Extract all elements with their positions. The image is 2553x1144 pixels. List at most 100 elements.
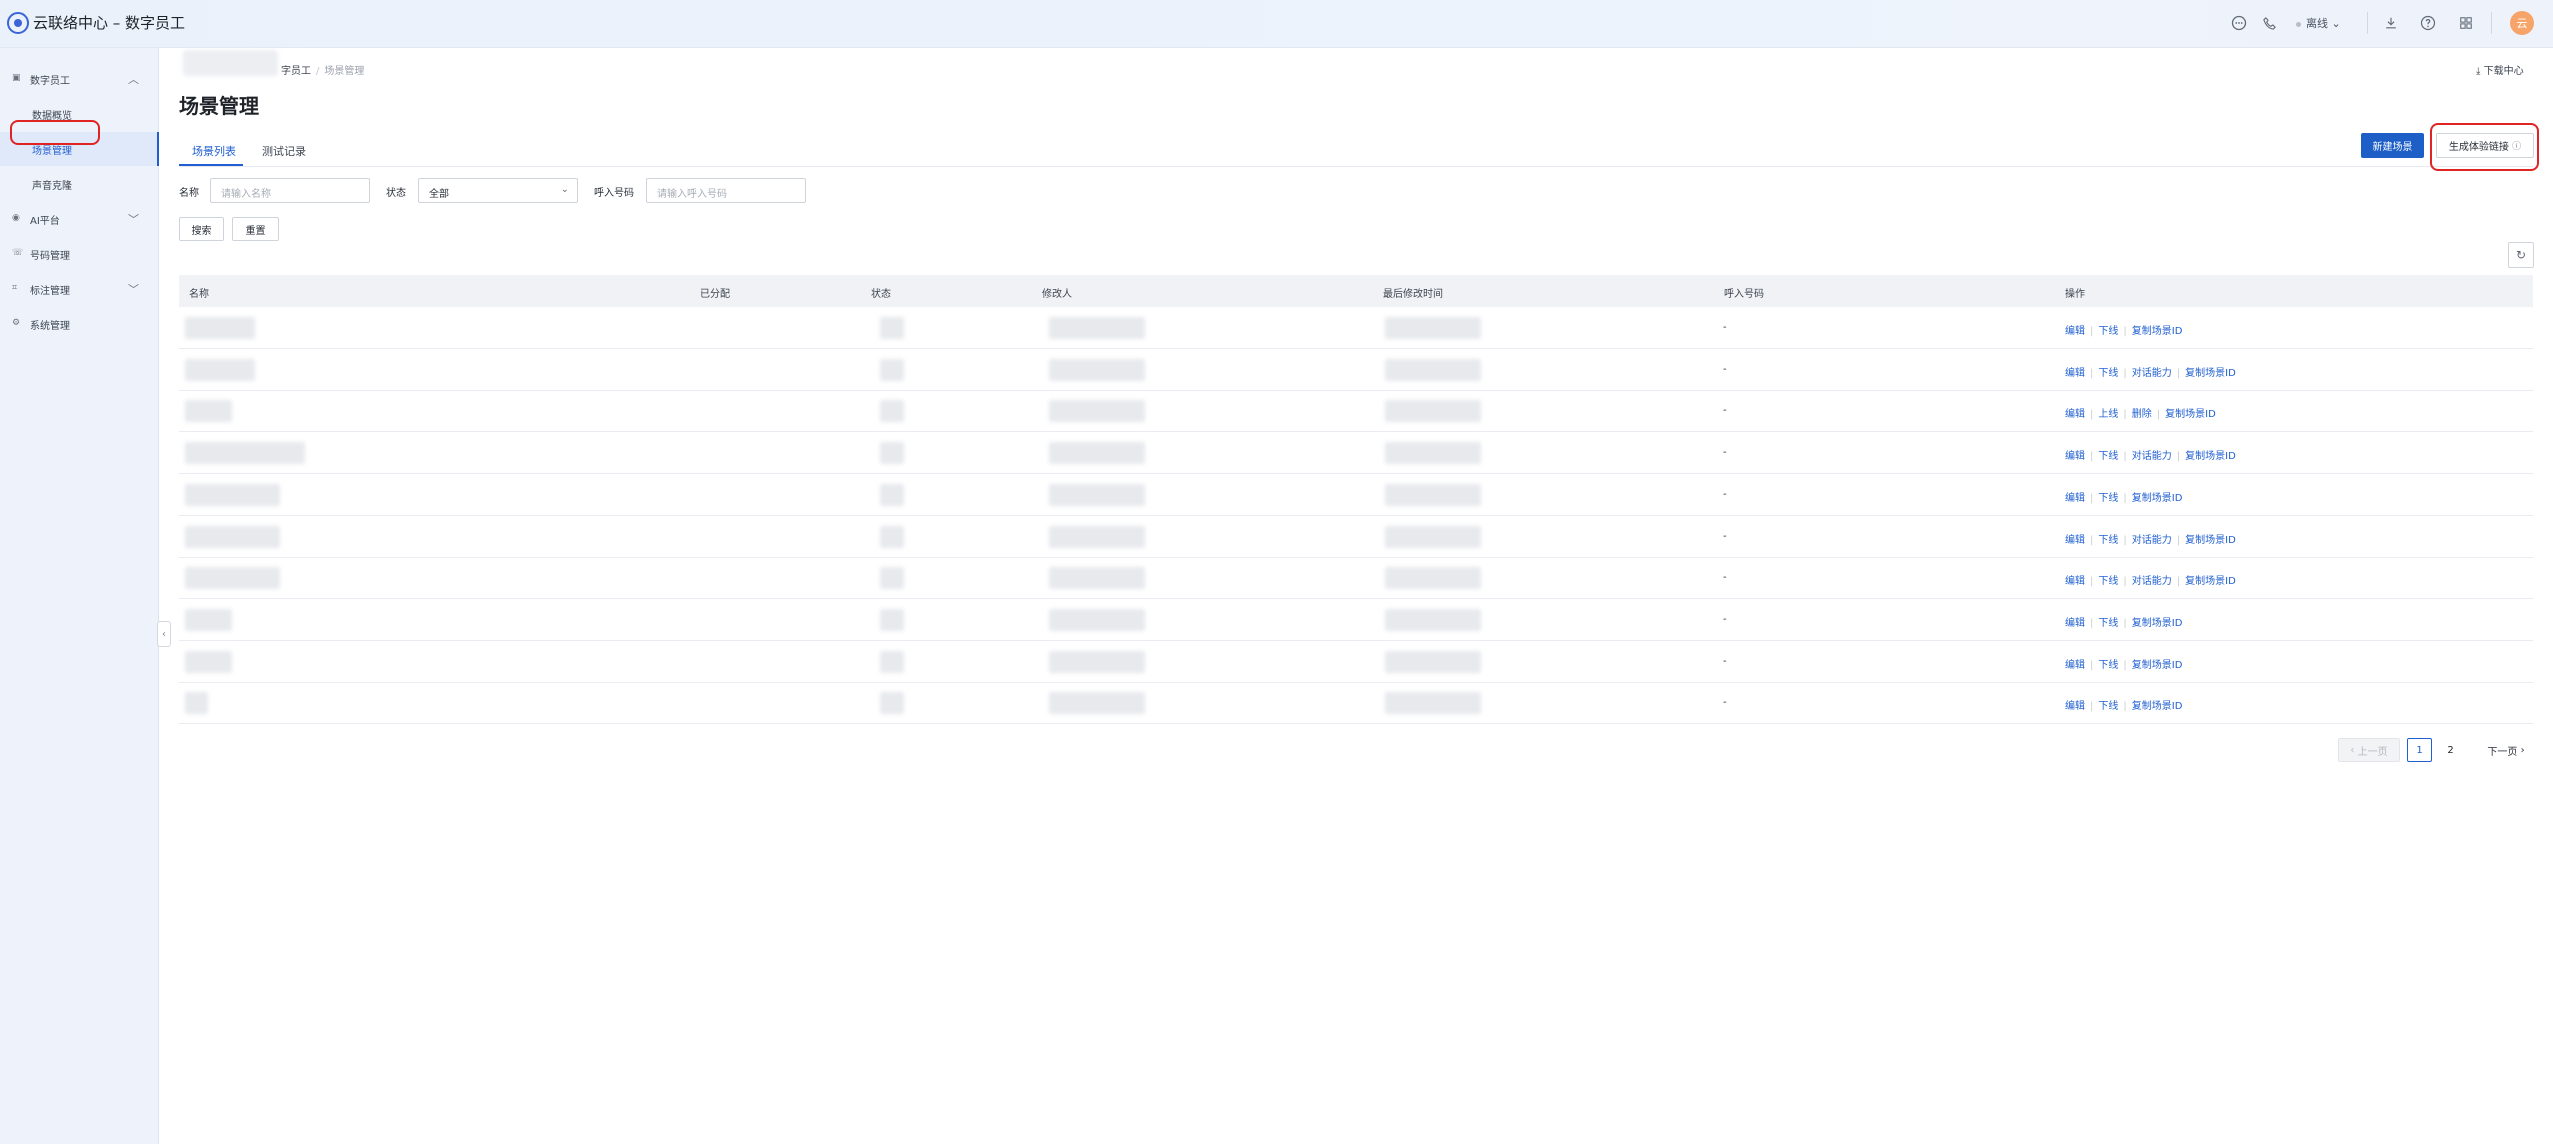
redacted-modifier [1049, 525, 1145, 548]
chevron-down-icon: ﹀ [128, 283, 139, 296]
redacted-modified-time [1385, 608, 1481, 631]
row-action-link[interactable]: 对话能力 [2132, 535, 2172, 546]
row-action-link[interactable]: 复制场景ID [2132, 701, 2183, 712]
tab-test-records[interactable]: 测试记录 [262, 143, 306, 159]
phone-icon[interactable] [2258, 12, 2280, 34]
incoming-number: - [1723, 363, 1727, 375]
tab-scene-list[interactable]: 场景列表 [192, 143, 236, 159]
name-input[interactable]: 请输入名称 [210, 178, 370, 203]
row-action-link[interactable]: 复制场景ID [2132, 618, 2183, 629]
row-action-link[interactable]: 对话能力 [2132, 368, 2172, 379]
action-separator: | [2123, 451, 2127, 463]
sidebar-item-system-management[interactable]: ⚙ 系统管理 [0, 307, 159, 341]
incoming-number: - [1723, 447, 1727, 459]
row-actions: 编辑 | 上线 | 删除 | 复制场景ID [2065, 405, 2216, 420]
page-1-button[interactable]: 1 [2407, 738, 2432, 762]
redacted-modifier [1049, 400, 1145, 423]
redacted-status [880, 692, 904, 715]
app-grid-icon[interactable] [2455, 12, 2477, 34]
row-action-link[interactable]: 下线 [2098, 368, 2118, 379]
action-separator: | [2123, 492, 2127, 504]
status-filter-label: 状态 [386, 188, 406, 199]
row-action-link[interactable]: 复制场景ID [2132, 493, 2183, 504]
download-center-link[interactable]: ⤓ 下载中心 [2476, 62, 2524, 77]
row-action-link[interactable]: 下线 [2098, 451, 2118, 462]
chevron-up-icon: ︿ [128, 73, 139, 86]
row-action-link[interactable]: 下线 [2098, 493, 2118, 504]
action-separator: | [2123, 367, 2127, 379]
row-action-link[interactable]: 删除 [2132, 409, 2152, 420]
refresh-icon[interactable]: ↻ [2508, 242, 2534, 268]
next-page-button[interactable]: 下一页 › [2478, 738, 2534, 762]
row-action-link[interactable]: 下线 [2098, 535, 2118, 546]
row-action-link[interactable]: 复制场景ID [2132, 326, 2183, 337]
row-action-link[interactable]: 复制场景ID [2185, 576, 2236, 587]
status-label: 离线 [2306, 17, 2328, 30]
search-button[interactable]: 搜索 [179, 217, 224, 241]
column-header: 呼入号码 [1724, 289, 1764, 300]
redacted-modified-time [1385, 567, 1481, 590]
sidebar-item-ai-platform[interactable]: ◉ AI平台 ﹀ [0, 202, 159, 236]
row-action-link[interactable]: 对话能力 [2132, 576, 2172, 587]
sidebar-item-label: 数字员工 [30, 76, 70, 87]
redacted-modified-time [1385, 525, 1481, 548]
redacted-name [185, 608, 232, 631]
row-action-link[interactable]: 编辑 [2065, 326, 2085, 337]
row-action-link[interactable]: 复制场景ID [2185, 535, 2236, 546]
row-action-link[interactable]: 下线 [2098, 326, 2118, 337]
column-header: 操作 [2065, 289, 2085, 300]
sidebar-item-digital-staff[interactable]: ▣ 数字员工 ︿ [0, 62, 159, 96]
chat-icon[interactable] [2228, 12, 2250, 34]
row-action-link[interactable]: 编辑 [2065, 618, 2085, 629]
status-select[interactable]: 全部 ⌄ [418, 178, 578, 203]
app-title: 云联络中心 – 数字员工 [33, 14, 186, 32]
prev-page-label: 上一页 [2357, 746, 2388, 758]
agent-status-dropdown[interactable]: 离线 ⌄ [2296, 15, 2341, 31]
row-action-link[interactable]: 复制场景ID [2185, 451, 2236, 462]
row-action-link[interactable]: 下线 [2098, 660, 2118, 671]
column-header: 修改人 [1042, 289, 1072, 300]
reset-button[interactable]: 重置 [232, 217, 279, 241]
row-actions: 编辑 | 下线 | 复制场景ID [2065, 697, 2182, 712]
breadcrumb-parent[interactable]: 字员工 [281, 66, 311, 77]
row-action-link[interactable]: 复制场景ID [2185, 368, 2236, 379]
sidebar-item-voice-clone[interactable]: 声音克隆 [0, 167, 159, 201]
action-separator: | [2090, 451, 2094, 463]
row-action-link[interactable]: 下线 [2098, 576, 2118, 587]
row-action-link[interactable]: 编辑 [2065, 576, 2085, 587]
row-action-link[interactable]: 上线 [2098, 409, 2118, 420]
prev-page-button[interactable]: ‹ 上一页 [2338, 738, 2400, 762]
incoming-number: - [1723, 405, 1727, 417]
row-action-link[interactable]: 复制场景ID [2165, 409, 2216, 420]
download-icon[interactable] [2380, 12, 2402, 34]
header-divider [2367, 12, 2368, 34]
row-action-link[interactable]: 下线 [2098, 701, 2118, 712]
redacted-modifier [1049, 317, 1145, 339]
help-icon[interactable] [2417, 12, 2439, 34]
row-action-link[interactable]: 下线 [2098, 618, 2118, 629]
page-2-button[interactable]: 2 [2438, 738, 2463, 762]
row-action-link[interactable]: 编辑 [2065, 493, 2085, 504]
row-actions: 编辑 | 下线 | 对话能力 | 复制场景ID [2065, 364, 2236, 379]
new-scene-button[interactable]: 新建场景 [2361, 133, 2424, 158]
sidebar-collapse-toggle[interactable]: ‹ [157, 621, 171, 647]
sidebar-item-annotation-management[interactable]: ⌗ 标注管理 ﹀ [0, 272, 159, 306]
chevron-down-icon: ﹀ [128, 213, 139, 226]
row-action-link[interactable]: 编辑 [2065, 701, 2085, 712]
row-action-link[interactable]: 编辑 [2065, 451, 2085, 462]
table-header [179, 275, 2533, 307]
row-action-link[interactable]: 编辑 [2065, 660, 2085, 671]
row-action-link[interactable]: 对话能力 [2132, 451, 2172, 462]
incoming-number: - [1723, 655, 1727, 667]
number-input[interactable]: 请输入呼入号码 [646, 178, 806, 203]
tab-divider [179, 166, 2533, 167]
user-avatar[interactable]: 云 [2510, 11, 2534, 35]
row-action-link[interactable]: 复制场景ID [2132, 660, 2183, 671]
redacted-modifier [1049, 442, 1145, 465]
action-separator: | [2090, 576, 2094, 588]
row-action-link[interactable]: 编辑 [2065, 409, 2085, 420]
sidebar-item-number-management[interactable]: ☏ 号码管理 [0, 237, 159, 271]
row-action-link[interactable]: 编辑 [2065, 368, 2085, 379]
action-separator: | [2090, 659, 2094, 671]
row-action-link[interactable]: 编辑 [2065, 535, 2085, 546]
